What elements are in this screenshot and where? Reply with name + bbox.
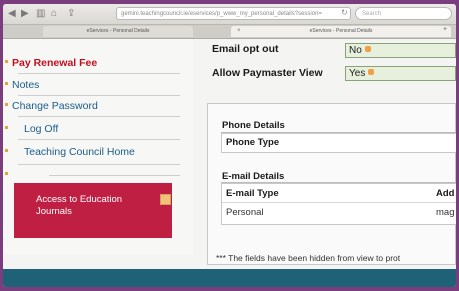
share-icon[interactable]: ⇪	[67, 8, 75, 20]
bookmarks-icon[interactable]: ▥	[36, 8, 45, 20]
email-opt-out-select[interactable]: No	[345, 43, 456, 58]
sidebar-item-change-password[interactable]: Change Password	[5, 100, 98, 112]
home-icon[interactable]: ⌂	[51, 8, 57, 20]
phone-details-title: Phone Details	[222, 120, 285, 131]
hidden-fields-note: *** The fields have been hidden from vie…	[216, 253, 401, 263]
email-type-cell: Personal	[226, 207, 264, 218]
browser-window: ◀ ▶ ▥ ⌂ ⇪ gemini.teachingcouncil.ie/eser…	[3, 4, 456, 287]
sidebar-item-teaching-council-home[interactable]: Teaching Council Home	[5, 146, 135, 158]
new-tab-icon[interactable]: +	[443, 26, 447, 33]
menu-divider	[18, 95, 180, 96]
phone-type-header: Phone Type	[226, 137, 280, 148]
browser-toolbar: ◀ ▶ ▥ ⌂ ⇪ gemini.teachingcouncil.ie/eser…	[3, 4, 456, 25]
sidebar-item-log-off[interactable]: Log Off	[5, 123, 58, 135]
close-tab-icon[interactable]: ×	[237, 26, 241, 37]
sidebar-item-notes[interactable]: Notes	[5, 79, 39, 91]
bullet-icon	[5, 60, 8, 63]
menu-divider	[18, 164, 180, 165]
bullet-icon	[5, 103, 8, 106]
tab-personal-details-1[interactable]: eServices - Personal Details	[43, 26, 193, 37]
bullet-icon	[5, 172, 8, 175]
journal-icon	[160, 194, 171, 205]
bullet-icon	[5, 149, 8, 152]
bullet-icon	[5, 82, 8, 85]
reload-icon[interactable]: ↻	[341, 8, 348, 17]
contact-details-panel: Phone Details Phone Type E-mail Details …	[207, 103, 456, 265]
footer-band	[3, 269, 456, 287]
table-divider	[222, 202, 456, 203]
dropdown-icon	[364, 46, 371, 52]
sidebar: Pay Renewal Fee Notes Change Password Lo…	[3, 39, 193, 254]
phone-table: Phone Type	[221, 133, 456, 153]
menu-divider	[18, 116, 180, 117]
tab-strip: eServices - Personal Details × eServices…	[3, 25, 456, 39]
menu-divider	[18, 73, 180, 74]
paymaster-view-label: Allow Paymaster View	[212, 67, 323, 79]
email-opt-out-label: Email opt out	[212, 43, 279, 55]
back-icon[interactable]: ◀	[8, 8, 16, 20]
paymaster-view-select[interactable]: Yes	[345, 66, 456, 81]
bullet-icon	[5, 126, 8, 129]
menu-divider	[18, 139, 180, 140]
menu-divider	[49, 175, 180, 176]
forward-icon[interactable]: ▶	[21, 8, 29, 20]
email-details-title: E-mail Details	[222, 171, 285, 182]
dropdown-icon	[368, 69, 375, 75]
email-table: E-mail Type Add Personal mag	[221, 183, 456, 225]
email-address-header: Add	[436, 188, 455, 199]
tab-personal-details-2[interactable]: × eServices - Personal Details	[231, 26, 451, 37]
search-input[interactable]: Search	[355, 7, 452, 20]
sidebar-item-pay-renewal-fee[interactable]: Pay Renewal Fee	[5, 57, 97, 69]
url-bar[interactable]: gemini.teachingcouncil.ie/eservices/p_ww…	[116, 7, 351, 20]
email-type-header: E-mail Type	[226, 188, 279, 199]
education-journals-banner[interactable]: Access to Education Journals	[14, 183, 172, 238]
email-address-cell: mag	[436, 207, 455, 218]
